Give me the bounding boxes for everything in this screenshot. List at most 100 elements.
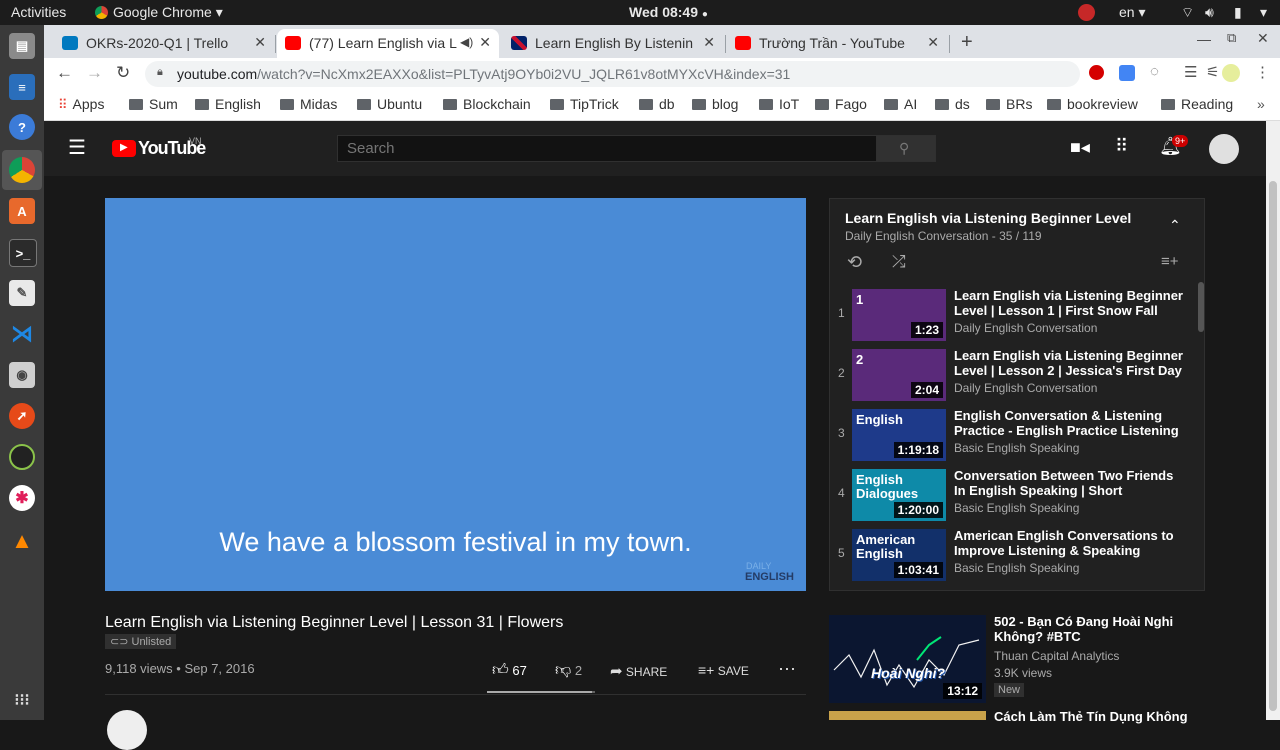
- profile-avatar[interactable]: [1222, 64, 1240, 82]
- bookmark-tiptrick[interactable]: TipTrick: [550, 96, 619, 112]
- bookmark-blockchain[interactable]: Blockchain: [443, 96, 531, 112]
- show-apps-icon[interactable]: ⁝⁝⁝: [9, 687, 35, 713]
- bookmark-bookreview[interactable]: bookreview: [1047, 96, 1138, 112]
- bookmark-reading[interactable]: Reading: [1161, 96, 1233, 112]
- terminal-icon[interactable]: >_: [9, 239, 37, 267]
- adblock-extension-icon[interactable]: [1089, 65, 1104, 80]
- lock-icon: 🔒︎: [157, 66, 163, 78]
- video-thumbnail: 1 1:23: [852, 289, 946, 341]
- volume-icon[interactable]: 🔊︎: [1205, 4, 1214, 21]
- playlist-item[interactable]: 1 1 1:23 Learn English via Listening Beginn…: [830, 286, 1200, 346]
- account-avatar[interactable]: [1209, 134, 1239, 164]
- bookmark-apps[interactable]: ⠿ Apps: [58, 96, 104, 113]
- chrome-dock-icon[interactable]: [9, 157, 35, 183]
- playlist-scrollbar[interactable]: [1198, 282, 1204, 332]
- system-menu-icon[interactable]: ▾: [1260, 4, 1267, 21]
- save-button[interactable]: ≡+ SAVE: [698, 662, 749, 678]
- extension-icon[interactable]: ◌: [1150, 63, 1159, 80]
- back-arrow-icon[interactable]: ←: [56, 63, 73, 83]
- window-close-icon[interactable]: ✕: [1257, 30, 1269, 47]
- wifi-icon[interactable]: ⌔: [1181, 4, 1194, 22]
- bookmark-blog[interactable]: blog: [692, 96, 738, 112]
- bookmark-brs[interactable]: BRs: [986, 96, 1032, 112]
- channel-avatar[interactable]: [107, 710, 147, 750]
- playlist-index: 4: [838, 486, 845, 500]
- new-tab-plus-icon[interactable]: +: [961, 31, 973, 54]
- page-scrollbar[interactable]: [1266, 121, 1280, 720]
- bookmark-db[interactable]: db: [639, 96, 675, 112]
- address-bar[interactable]: 🔒︎ youtube.com/watch?v=NcXmx2EAXXo&list=…: [145, 61, 1080, 87]
- scrollbar-thumb[interactable]: [1269, 181, 1277, 711]
- bookmark-midas[interactable]: Midas: [280, 96, 337, 112]
- document-icon[interactable]: ≡: [9, 74, 35, 100]
- close-icon[interactable]: ✕: [927, 34, 939, 51]
- record-indicator-icon[interactable]: [1078, 4, 1095, 21]
- playlist-title[interactable]: Learn English via Listening Beginner Lev…: [845, 210, 1131, 226]
- tab-trello[interactable]: OKRs-2020-Q1 | Trello ✕: [54, 29, 274, 58]
- close-icon[interactable]: ✕: [479, 34, 491, 51]
- playlist-item[interactable]: 3 English 1:19:18 English Conversation & Li…: [830, 406, 1200, 466]
- search-button[interactable]: ⚲: [876, 135, 936, 162]
- related-video-title[interactable]: 502 - Bạn Có Đang Hoài Nghi Không? #BTC: [994, 614, 1204, 644]
- close-icon[interactable]: ✕: [254, 34, 266, 51]
- tab-title: (77) Learn English via L: [309, 35, 457, 51]
- related-channel[interactable]: Thuan Capital Analytics: [994, 649, 1119, 663]
- language-indicator[interactable]: en ▾: [1119, 4, 1146, 21]
- text-editor-icon[interactable]: ✎: [9, 280, 35, 306]
- more-actions-icon[interactable]: ⋯: [778, 659, 796, 680]
- more-bookmarks-icon[interactable]: »: [1257, 96, 1265, 112]
- video-player[interactable]: We have a blossom festival in my town. D…: [105, 198, 806, 591]
- bookmark-ubuntu[interactable]: Ubuntu: [357, 96, 422, 112]
- vlc-icon[interactable]: ▲: [9, 528, 35, 554]
- file-cabinet-icon[interactable]: ▤: [9, 33, 35, 59]
- chrome-menu-icon[interactable]: ⋮: [1255, 63, 1270, 81]
- bookmark-english[interactable]: English: [195, 96, 261, 112]
- color-picker-icon[interactable]: [9, 444, 35, 470]
- collapse-chevron-icon[interactable]: ⌃: [1169, 217, 1181, 234]
- camera-icon[interactable]: ◉: [9, 362, 35, 388]
- related-video-title[interactable]: Cách Làm Thẻ Tín Dụng Không: [994, 709, 1188, 724]
- forward-arrow-icon[interactable]: →: [86, 63, 103, 83]
- hamburger-menu-icon[interactable]: ☰: [68, 135, 86, 160]
- software-center-icon[interactable]: A: [9, 198, 35, 224]
- slack-icon[interactable]: ✱: [9, 485, 35, 511]
- playlist-item[interactable]: 4 English Dialogues 1:20:00 Conversation Be…: [830, 466, 1200, 526]
- share-button[interactable]: ➦ SHARE: [610, 662, 667, 680]
- minimize-icon[interactable]: —: [1197, 31, 1211, 47]
- bookmark-ai[interactable]: AI: [884, 96, 917, 112]
- postman-icon[interactable]: ➚: [9, 403, 35, 429]
- loop-icon[interactable]: ⟲: [847, 252, 862, 273]
- reading-list-icon[interactable]: ☰: [1184, 63, 1197, 81]
- dislike-button[interactable]: 👎︎ 2: [555, 661, 582, 680]
- related-views: 3.9K views: [994, 666, 1053, 680]
- bookmark-ds[interactable]: ds: [935, 96, 970, 112]
- search-input[interactable]: [337, 135, 877, 162]
- restore-icon[interactable]: ⧉: [1227, 30, 1236, 46]
- reload-icon[interactable]: ↻: [116, 63, 130, 83]
- bookmark-iot[interactable]: IoT: [759, 96, 799, 112]
- clock[interactable]: Wed 08:49 ●: [629, 4, 708, 20]
- related-thumbnail[interactable]: [829, 711, 986, 720]
- playlist-add-icon[interactable]: ≡+: [1161, 253, 1179, 270]
- bookmark-fago[interactable]: Fago: [815, 96, 867, 112]
- shuffle-icon[interactable]: ⤮: [892, 252, 906, 272]
- tab-learn-english-listening[interactable]: Learn English By Listenin ✕: [503, 29, 723, 58]
- close-icon[interactable]: ✕: [703, 34, 715, 51]
- apps-grid-icon[interactable]: ⠿: [1115, 136, 1128, 157]
- create-video-icon[interactable]: ■◂: [1070, 137, 1090, 158]
- like-button[interactable]: 👍︎ 67: [492, 661, 527, 680]
- related-thumbnail[interactable]: Hoài Nghi? 13:12: [829, 615, 986, 703]
- app-menu[interactable]: Google Chrome ▾: [95, 4, 223, 21]
- playlist-item[interactable]: 2 2 2:04 Learn English via Listening Beginn…: [830, 346, 1200, 406]
- tab-learn-english-active[interactable]: (77) Learn English via L ◀︎) ✕: [277, 29, 499, 58]
- activities-button[interactable]: Activities: [11, 4, 66, 20]
- tab-truong-tran[interactable]: Trường Trần - YouTube ✕: [727, 29, 947, 58]
- battery-icon[interactable]: ▮: [1234, 4, 1242, 21]
- vscode-icon[interactable]: ⋊: [9, 321, 35, 347]
- help-icon[interactable]: ?: [9, 114, 35, 140]
- playlist-item[interactable]: 5 American English 1:03:41 American English…: [830, 526, 1200, 586]
- extension-icon[interactable]: ⚟: [1206, 63, 1219, 81]
- bookmark-sum[interactable]: Sum: [129, 96, 178, 112]
- translate-extension-icon[interactable]: [1119, 65, 1135, 81]
- audio-playing-icon[interactable]: ◀︎): [460, 35, 473, 49]
